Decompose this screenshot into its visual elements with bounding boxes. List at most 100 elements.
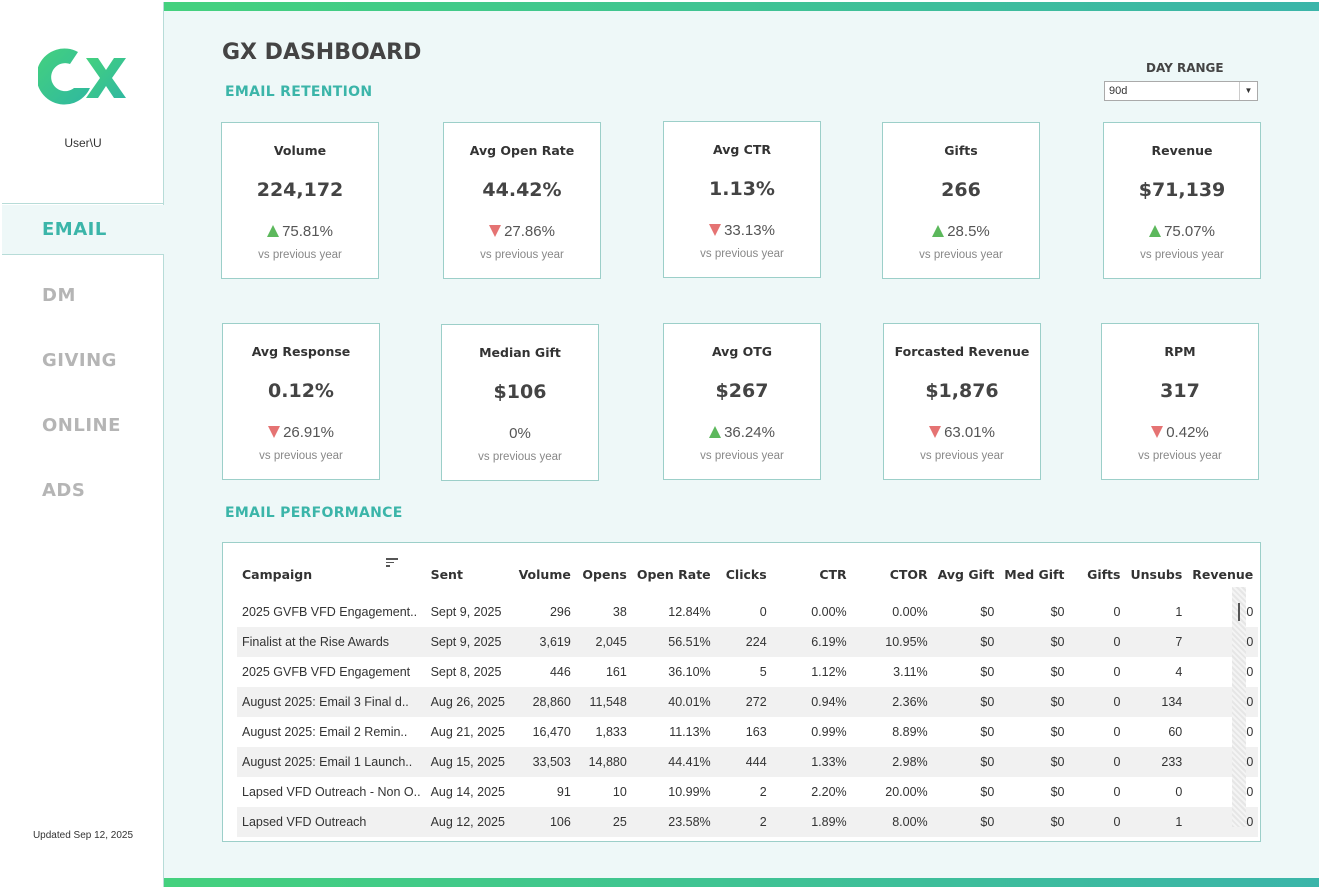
kpi-label: Avg Open Rate	[469, 143, 575, 158]
cell-campaign: Finalist at the Rise Awards	[237, 627, 426, 657]
table-row[interactable]: August 2025: Email 3 Final d.. Aug 26, 2…	[237, 687, 1259, 717]
vertical-scrollbar[interactable]	[1232, 587, 1246, 827]
cell-opens: 10	[612, 785, 627, 799]
kpi-change: 0%	[442, 425, 598, 442]
col-ctor[interactable]: CTOR	[852, 551, 933, 597]
table-row[interactable]: August 2025: Email 2 Remin.. Aug 21, 202…	[237, 717, 1258, 747]
kpi-sub: vs previous year	[480, 249, 564, 261]
col-unsubs[interactable]: Unsubs	[1125, 551, 1187, 597]
cell-gifts: 0	[1113, 785, 1121, 799]
cell-open-rate: 56.51%	[631, 627, 716, 657]
col-avg-gift[interactable]: Avg Gift	[933, 551, 1000, 597]
cell-sent: Aug 12, 2025	[425, 807, 514, 837]
kpi-label: RPM	[1164, 344, 1196, 359]
scrollbar-thumb[interactable]	[1238, 603, 1240, 621]
kpi-change-value: 26.91%	[283, 424, 334, 441]
kpi-value: 266	[941, 179, 981, 201]
col-volume[interactable]: Volume	[514, 551, 576, 597]
cell-avg-gift: $0	[932, 687, 1000, 717]
kpi-sub: vs previous year	[919, 249, 1003, 261]
nav-online[interactable]: ONLINE	[2, 401, 164, 451]
cell-open-rate: 23.58%	[631, 807, 716, 837]
up-triangle-icon	[709, 426, 722, 438]
cell-gifts: 0	[1069, 687, 1126, 717]
cell-ctr: 1.12%	[811, 665, 847, 679]
cell-clicks: 0	[759, 605, 767, 619]
col-revenue[interactable]: Revenue	[1187, 551, 1258, 597]
cell-opens: 1,833	[595, 725, 627, 739]
kpi-value: 224,172	[256, 179, 344, 201]
kpi-card-volume: Volume 224,172 75.81% vs previous year	[221, 122, 379, 279]
cell-ctor: 10.95%	[851, 627, 933, 657]
cell-open-rate: 36.10%	[668, 665, 711, 679]
email-performance-table: Campaign Sent Volume Opens Open Rate Cli…	[222, 542, 1261, 842]
col-clicks[interactable]: Clicks	[716, 551, 772, 597]
kpi-sub: vs previous year	[700, 450, 784, 462]
table-row[interactable]: Finalist at the Rise Awards Sept 9, 2025…	[237, 627, 1259, 657]
cell-avg-gift: $0	[932, 747, 1000, 777]
kpi-card-avg-open-rate: Avg Open Rate 44.42% 27.86% vs previous …	[443, 122, 601, 279]
nav-dm[interactable]: DM	[2, 271, 164, 321]
kpi-card-median-gift: Median Gift $106 0% vs previous year	[441, 324, 599, 481]
kpi-label: Volume	[273, 143, 327, 158]
cell-ctr: 2.20%	[811, 785, 847, 799]
cell-sent: Sept 9, 2025	[430, 605, 502, 619]
kpi-change-value: 63.01%	[944, 424, 995, 441]
cell-campaign: Lapsed VFD Outreach	[237, 807, 426, 837]
kpi-label: Forcasted Revenue	[894, 344, 1030, 359]
nav-email[interactable]: EMAIL	[2, 205, 164, 255]
cell-ctr: 1.89%	[771, 807, 852, 837]
main-panel: GX DASHBOARD EMAIL RETENTION DAY RANGE 9…	[164, 2, 1319, 887]
cell-volume: 3,619	[513, 627, 576, 657]
col-med-gift[interactable]: Med Gift	[999, 551, 1069, 597]
day-range-label: DAY RANGE	[1146, 61, 1224, 75]
col-sent[interactable]: Sent	[426, 551, 514, 597]
cell-med-gift: $0	[1050, 725, 1065, 739]
kpi-card-avg-ctr: Avg CTR 1.13% 33.13% vs previous year	[663, 121, 821, 278]
cell-sent: Aug 14, 2025	[430, 785, 505, 799]
cell-ctr: 0.94%	[771, 687, 852, 717]
day-range-select[interactable]: 90d ▼	[1104, 81, 1258, 101]
top-accent-bar	[164, 2, 1319, 11]
col-opens[interactable]: Opens	[576, 551, 632, 597]
performance-section-title: EMAIL PERFORMANCE	[225, 505, 403, 521]
kpi-label: Avg CTR	[712, 142, 771, 157]
cell-gifts: 0	[1113, 725, 1121, 739]
table-row[interactable]: August 2025: Email 1 Launch.. Aug 15, 20…	[237, 747, 1259, 777]
cell-sent: Aug 15, 2025	[425, 747, 514, 777]
table-row[interactable]: 2025 GVFB VFD Engagement.. Sept 9, 2025 …	[237, 597, 1258, 627]
col-campaign[interactable]: Campaign	[237, 551, 426, 597]
col-ctr[interactable]: CTR	[772, 551, 852, 597]
col-gifts[interactable]: Gifts	[1069, 551, 1125, 597]
cell-unsubs: 7	[1125, 627, 1188, 657]
table-row[interactable]: 2025 GVFB VFD Engagement Sept 8, 2025 44…	[237, 657, 1258, 687]
kpi-sub: vs previous year	[1138, 450, 1222, 462]
cell-opens: 161	[605, 665, 627, 679]
kpi-change: 27.86%	[444, 223, 600, 240]
col-open-rate[interactable]: Open Rate	[632, 551, 716, 597]
kpi-change: 36.24%	[664, 424, 820, 441]
chevron-down-icon[interactable]: ▼	[1239, 82, 1257, 100]
page-title: GX DASHBOARD	[222, 40, 422, 65]
updated-timestamp: Updated Sep 12, 2025	[32, 830, 134, 841]
up-triangle-icon	[267, 225, 280, 237]
cell-opens: 25	[575, 807, 632, 837]
cell-ctor: 2.98%	[851, 747, 933, 777]
bottom-accent-bar	[164, 878, 1319, 887]
cell-med-gift: $0	[1050, 665, 1065, 679]
cell-clicks: 444	[715, 747, 772, 777]
cell-clicks: 2	[715, 807, 772, 837]
kpi-card-forcasted-revenue: Forcasted Revenue $1,876 63.01% vs previ…	[883, 323, 1041, 480]
kpi-value: 44.42%	[482, 179, 562, 201]
nav-ads[interactable]: ADS	[2, 466, 164, 516]
cell-gifts: 0	[1113, 605, 1121, 619]
cell-open-rate: 10.99%	[668, 785, 711, 799]
kpi-change: 28.5%	[883, 223, 1039, 240]
nav-giving[interactable]: GIVING	[2, 336, 164, 386]
kpi-change-value: 36.24%	[724, 424, 775, 441]
table-row[interactable]: Lapsed VFD Outreach - Non O.. Aug 14, 20…	[237, 777, 1258, 807]
nav-dm-label: DM	[42, 285, 76, 306]
table-row[interactable]: Lapsed VFD Outreach Aug 12, 2025 106 25 …	[237, 807, 1259, 837]
cell-ctr: 1.33%	[771, 747, 852, 777]
kpi-sub: vs previous year	[920, 450, 1004, 462]
